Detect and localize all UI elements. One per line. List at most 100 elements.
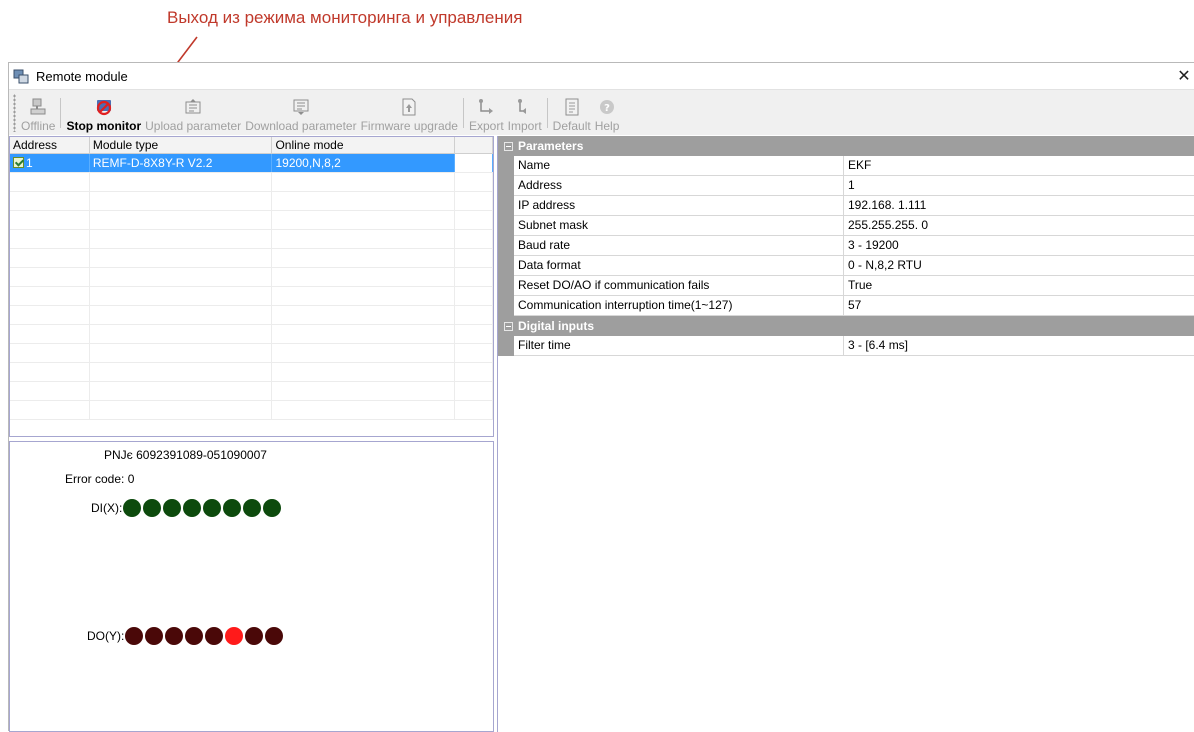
export-button[interactable]: Export	[467, 90, 506, 134]
import-button[interactable]: Import	[506, 90, 544, 134]
property-row[interactable]: Filter time 3 - [6.4 ms]	[498, 336, 1194, 356]
property-value[interactable]: 3 - [6.4 ms]	[844, 336, 1194, 356]
table-row[interactable]: 1 REMF-D-8X8Y-R V2.2 19200,N,8,2	[10, 154, 493, 173]
do-led[interactable]	[165, 627, 184, 645]
empty-table-row	[10, 173, 493, 192]
empty-table-row	[10, 382, 493, 401]
property-name: Name	[514, 156, 844, 176]
category-label: Digital inputs	[518, 319, 594, 333]
column-header-module-type[interactable]: Module type	[90, 137, 273, 153]
di-led	[163, 499, 182, 517]
upload-parameter-button[interactable]: Upload parameter	[143, 90, 243, 134]
firmware-upgrade-button[interactable]: Firmware upgrade	[359, 90, 460, 134]
do-leds	[125, 627, 285, 645]
property-value[interactable]: 3 - 19200	[844, 236, 1194, 256]
default-label: Default	[552, 119, 591, 133]
property-category[interactable]: Digital inputs	[498, 316, 1194, 336]
property-value[interactable]: 255.255.255. 0	[844, 216, 1194, 236]
property-row[interactable]: Reset DO/AO if communication fails True	[498, 276, 1194, 296]
cell-empty	[455, 154, 493, 172]
property-value[interactable]: True	[844, 276, 1194, 296]
import-label: Import	[507, 119, 542, 133]
remote-module-window: Remote module ✕ Offline Stop monitor Upl…	[8, 62, 1194, 732]
svg-text:?: ?	[604, 103, 610, 114]
property-row[interactable]: Data format 0 - N,8,2 RTU	[498, 256, 1194, 276]
do-led[interactable]	[265, 627, 284, 645]
default-icon	[562, 97, 582, 117]
cell-online-mode: 19200,N,8,2	[272, 154, 456, 172]
collapse-icon[interactable]	[504, 141, 513, 151]
upload-icon	[183, 97, 203, 117]
empty-table-row	[10, 401, 493, 420]
do-led[interactable]	[145, 627, 164, 645]
address-value: 1	[26, 156, 33, 170]
help-button[interactable]: ? Help	[593, 90, 622, 134]
property-row[interactable]: Name EKF	[498, 156, 1194, 176]
empty-table-row	[10, 268, 493, 287]
do-led[interactable]	[185, 627, 204, 645]
part-number: PNJє 6092391089-051090007	[104, 448, 267, 462]
toolbar-grip[interactable]	[13, 94, 16, 132]
property-row[interactable]: IP address 192.168. 1.111	[498, 196, 1194, 216]
column-header-empty	[455, 137, 493, 153]
property-value[interactable]: EKF	[844, 156, 1194, 176]
property-name: Filter time	[514, 336, 844, 356]
property-value[interactable]: 192.168. 1.111	[844, 196, 1194, 216]
property-name: Baud rate	[514, 236, 844, 256]
do-led[interactable]	[125, 627, 144, 645]
title-bar: Remote module ✕	[9, 63, 1194, 89]
empty-table-row	[10, 325, 493, 344]
property-value[interactable]: 57	[844, 296, 1194, 316]
stop-monitor-label: Stop monitor	[66, 119, 142, 133]
cell-module-type: REMF-D-8X8Y-R V2.2	[90, 154, 273, 172]
column-header-address[interactable]: Address	[10, 137, 90, 153]
property-gutter	[498, 196, 514, 216]
module-list: Address Module type Online mode 1 REMF-D…	[9, 136, 494, 437]
import-icon	[515, 97, 535, 117]
property-row[interactable]: Communication interruption time(1~127) 57	[498, 296, 1194, 316]
checkbox[interactable]	[13, 157, 24, 168]
annotation-caption: Выход из режима мониторинга и управления	[167, 8, 523, 27]
close-icon[interactable]: ✕	[1176, 66, 1192, 86]
firmware-icon	[399, 97, 419, 117]
help-label: Help	[594, 119, 620, 133]
di-led	[203, 499, 222, 517]
di-indicator-row: DI(X):	[91, 499, 283, 517]
empty-table-row	[10, 287, 493, 306]
do-led[interactable]	[245, 627, 264, 645]
toolbar-separator	[462, 98, 464, 128]
property-gutter	[498, 276, 514, 296]
property-name: Communication interruption time(1~127)	[514, 296, 844, 316]
property-value[interactable]: 1	[844, 176, 1194, 196]
default-button[interactable]: Default	[551, 90, 593, 134]
export-icon	[476, 97, 496, 117]
upload-parameter-label: Upload parameter	[145, 119, 242, 133]
property-category[interactable]: Parameters	[498, 136, 1194, 156]
collapse-icon[interactable]	[504, 321, 513, 331]
error-code: Error code: 0	[65, 472, 135, 486]
offline-button[interactable]: Offline	[19, 90, 57, 134]
module-icon	[13, 68, 29, 84]
empty-table-row	[10, 344, 493, 363]
stop-monitor-button[interactable]: Stop monitor	[64, 90, 143, 134]
di-led	[223, 499, 242, 517]
do-led[interactable]	[205, 627, 224, 645]
property-gutter	[498, 176, 514, 196]
toolbar-separator	[546, 98, 548, 128]
property-gutter	[498, 256, 514, 276]
property-name: Address	[514, 176, 844, 196]
property-row[interactable]: Baud rate 3 - 19200	[498, 236, 1194, 256]
property-value[interactable]: 0 - N,8,2 RTU	[844, 256, 1194, 276]
download-parameter-button[interactable]: Download parameter	[243, 90, 358, 134]
di-leds	[123, 499, 283, 517]
cell-address: 1	[10, 154, 90, 172]
do-indicator-row: DO(Y):	[87, 627, 285, 645]
empty-rows	[10, 173, 493, 420]
property-name: Data format	[514, 256, 844, 276]
property-row[interactable]: Address 1	[498, 176, 1194, 196]
module-list-header: Address Module type Online mode	[10, 137, 493, 154]
property-row[interactable]: Subnet mask 255.255.255. 0	[498, 216, 1194, 236]
do-led[interactable]	[225, 627, 244, 645]
column-header-online-mode[interactable]: Online mode	[272, 137, 456, 153]
property-gutter	[498, 156, 514, 176]
